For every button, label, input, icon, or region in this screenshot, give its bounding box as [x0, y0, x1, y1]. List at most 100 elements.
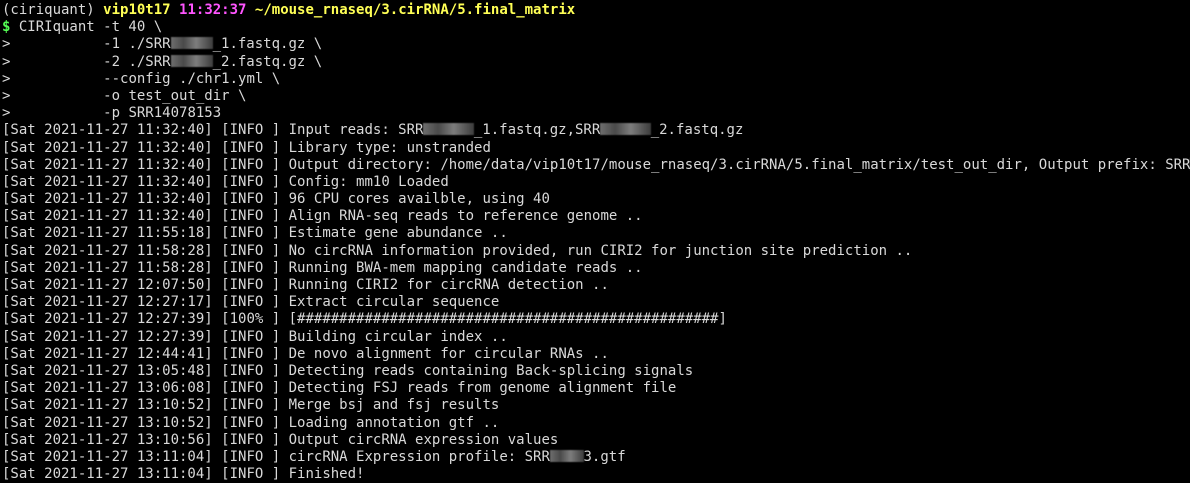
log-line: [Sat 2021-11-27 12:44:41] [INFO ] De nov… — [2, 346, 1190, 363]
log-line: [Sat 2021-11-27 13:11:04] [INFO ] Finish… — [2, 466, 1190, 483]
text-segment: Output directory: /home/data/vip10t17/mo… — [288, 156, 1190, 173]
log-level: [INFO ] — [221, 380, 281, 397]
log-timestamp: [Sat 2021-11-27 11:32:40] — [2, 156, 213, 173]
command-block: $ CIRIquant -t 40 \ > -1 ./SRR _1.fastq.gz… — [2, 19, 1190, 122]
command-line: $ CIRIquant -t 40 \ — [2, 19, 1190, 36]
log-line: [Sat 2021-11-27 11:32:40] [INFO ] Input … — [2, 122, 1190, 139]
text-segment: -1 ./SRR — [10, 36, 171, 53]
text-segment: Running BWA-mem mapping candidate reads … — [288, 259, 643, 276]
text-segment: CIRIquant -t 40 \ — [18, 19, 163, 36]
log-line: [Sat 2021-11-27 13:10:52] [INFO ] Merge … — [2, 397, 1190, 414]
log-timestamp: [Sat 2021-11-27 12:27:17] — [2, 294, 213, 311]
log-line: [Sat 2021-11-27 13:05:48] [INFO ] Detect… — [2, 363, 1190, 380]
text-segment: _2.fastq.gz — [650, 122, 744, 139]
text-segment: Extract circular sequence — [288, 294, 500, 311]
text-segment: -o test_out_dir \ — [10, 87, 247, 104]
redacted-text — [170, 37, 213, 50]
text-segment: Output circRNA expression values — [288, 431, 559, 448]
log-level: [INFO ] — [221, 414, 281, 431]
log-line: [Sat 2021-11-27 12:27:39] [100% ] [#####… — [2, 311, 1190, 328]
command-line: > --config ./chr1.yml \ — [2, 71, 1190, 88]
log-timestamp: [Sat 2021-11-27 11:32:40] — [2, 139, 213, 156]
log-level: [INFO ] — [221, 294, 281, 311]
terminal-window[interactable]: (ciriquant) vip10t17 11:32:37 ~/mouse_rn… — [0, 0, 1190, 483]
log-timestamp: [Sat 2021-11-27 13:10:56] — [2, 431, 213, 448]
command-line: > -o test_out_dir \ — [2, 88, 1190, 105]
log-timestamp: [Sat 2021-11-27 12:07:50] — [2, 277, 213, 293]
text-segment: Merge bsj and fsj results — [288, 397, 500, 414]
log-level: [INFO ] — [221, 431, 281, 448]
text-segment: circRNA Expression profile: SRR — [288, 448, 550, 465]
log-timestamp: [Sat 2021-11-27 13:06:08] — [2, 380, 213, 397]
log-line: [Sat 2021-11-27 12:07:50] [INFO ] Runnin… — [2, 277, 1190, 294]
log-timestamp: [Sat 2021-11-27 11:58:28] — [2, 259, 213, 276]
log-timestamp: [Sat 2021-11-27 11:58:28] — [2, 242, 213, 259]
text-segment: No circRNA information provided, run CIR… — [288, 242, 913, 259]
log-level: [INFO ] — [221, 139, 281, 156]
prompt-dollar: $ — [2, 19, 19, 36]
log-timestamp: [Sat 2021-11-27 12:44:41] — [2, 345, 213, 362]
log-line: [Sat 2021-11-27 11:32:40] [INFO ] 96 CPU… — [2, 191, 1190, 208]
log-line: [Sat 2021-11-27 11:55:18] [INFO ] Estima… — [2, 225, 1190, 242]
text-segment: Building circular index .. — [288, 328, 508, 345]
log-level: [INFO ] — [221, 122, 281, 139]
log-level: [INFO ] — [221, 259, 281, 276]
log-level: [INFO ] — [221, 156, 281, 173]
log-line: [Sat 2021-11-27 13:06:08] [INFO ] Detect… — [2, 380, 1190, 397]
log-level: [INFO ] — [221, 362, 281, 379]
log-timestamp: [Sat 2021-11-27 13:05:48] — [2, 362, 213, 379]
text-segment: Detecting FSJ reads from genome alignmen… — [288, 380, 677, 397]
prompt-time: 11:32:37 — [179, 2, 247, 18]
redacted-text — [549, 449, 584, 462]
text-segment: Input reads: SRR — [288, 122, 424, 139]
text-segment: Running CIRI2 for circRNA detection .. — [288, 277, 609, 293]
log-level: [INFO ] — [221, 173, 281, 190]
log-level: [100% ] — [221, 311, 281, 328]
redacted-text — [600, 123, 651, 136]
text-segment: _1.fastq.gz \ — [212, 36, 323, 53]
text-segment: Library type: unstranded — [288, 139, 491, 156]
log-line: [Sat 2021-11-27 11:32:40] [INFO ] Librar… — [2, 140, 1190, 157]
text-segment: De novo alignment for circular RNAs .. — [288, 345, 609, 362]
log-line: [Sat 2021-11-27 13:10:56] [INFO ] Output… — [2, 432, 1190, 449]
log-timestamp: [Sat 2021-11-27 11:55:18] — [2, 225, 213, 242]
log-line: [Sat 2021-11-27 12:27:39] [INFO ] Buildi… — [2, 329, 1190, 346]
log-level: [INFO ] — [221, 448, 281, 465]
log-level: [INFO ] — [221, 208, 281, 225]
redacted-text — [423, 123, 474, 136]
command-line: > -p SRR14078153 — [2, 105, 1190, 122]
log-timestamp: [Sat 2021-11-27 13:11:04] — [2, 448, 213, 465]
text-segment: Estimate gene abundance .. — [288, 225, 508, 242]
text-segment: [#######################################… — [288, 311, 727, 328]
log-line: [Sat 2021-11-27 11:58:28] [INFO ] Runnin… — [2, 260, 1190, 277]
log-level: [INFO ] — [221, 225, 281, 242]
text-segment: 3.gtf — [583, 448, 626, 465]
log-timestamp: [Sat 2021-11-27 13:10:52] — [2, 397, 213, 414]
prompt-user: vip10t17 — [103, 2, 171, 18]
log-output: [Sat 2021-11-27 11:32:40] [INFO ] Input … — [2, 122, 1190, 483]
text-segment: Align RNA-seq reads to reference genome … — [288, 208, 643, 225]
redacted-text — [170, 54, 213, 67]
log-level: [INFO ] — [221, 345, 281, 362]
log-level: [INFO ] — [221, 242, 281, 259]
text-segment: -2 ./SRR — [10, 53, 171, 70]
log-line: [Sat 2021-11-27 11:58:28] [INFO ] No cir… — [2, 243, 1190, 260]
log-line: [Sat 2021-11-27 11:32:40] [INFO ] Align … — [2, 208, 1190, 225]
log-timestamp: [Sat 2021-11-27 11:32:40] — [2, 208, 213, 225]
log-timestamp: [Sat 2021-11-27 12:27:39] — [2, 328, 213, 345]
text-segment: -p SRR14078153 — [10, 105, 222, 122]
log-level: [INFO ] — [221, 277, 281, 293]
log-timestamp: [Sat 2021-11-27 11:32:40] — [2, 191, 213, 208]
text-segment: Loading annotation gtf .. — [288, 414, 500, 431]
text-segment: --config ./chr1.yml \ — [10, 70, 281, 87]
log-level: [INFO ] — [221, 328, 281, 345]
log-timestamp: [Sat 2021-11-27 13:10:52] — [2, 414, 213, 431]
text-segment: 96 CPU cores availble, using 40 — [288, 191, 550, 208]
log-timestamp: [Sat 2021-11-27 11:32:40] — [2, 122, 213, 139]
text-segment: Config: mm10 Loaded — [288, 173, 449, 190]
log-line: [Sat 2021-11-27 13:11:04] [INFO ] circRN… — [2, 449, 1190, 466]
prompt-path: ~/mouse_rnaseq/3.cirRNA/5.final_matrix — [254, 2, 576, 18]
command-line: > -1 ./SRR _1.fastq.gz \ — [2, 36, 1190, 53]
log-level: [INFO ] — [221, 191, 281, 208]
text-segment: Detecting reads containing Back-splicing… — [288, 362, 694, 379]
